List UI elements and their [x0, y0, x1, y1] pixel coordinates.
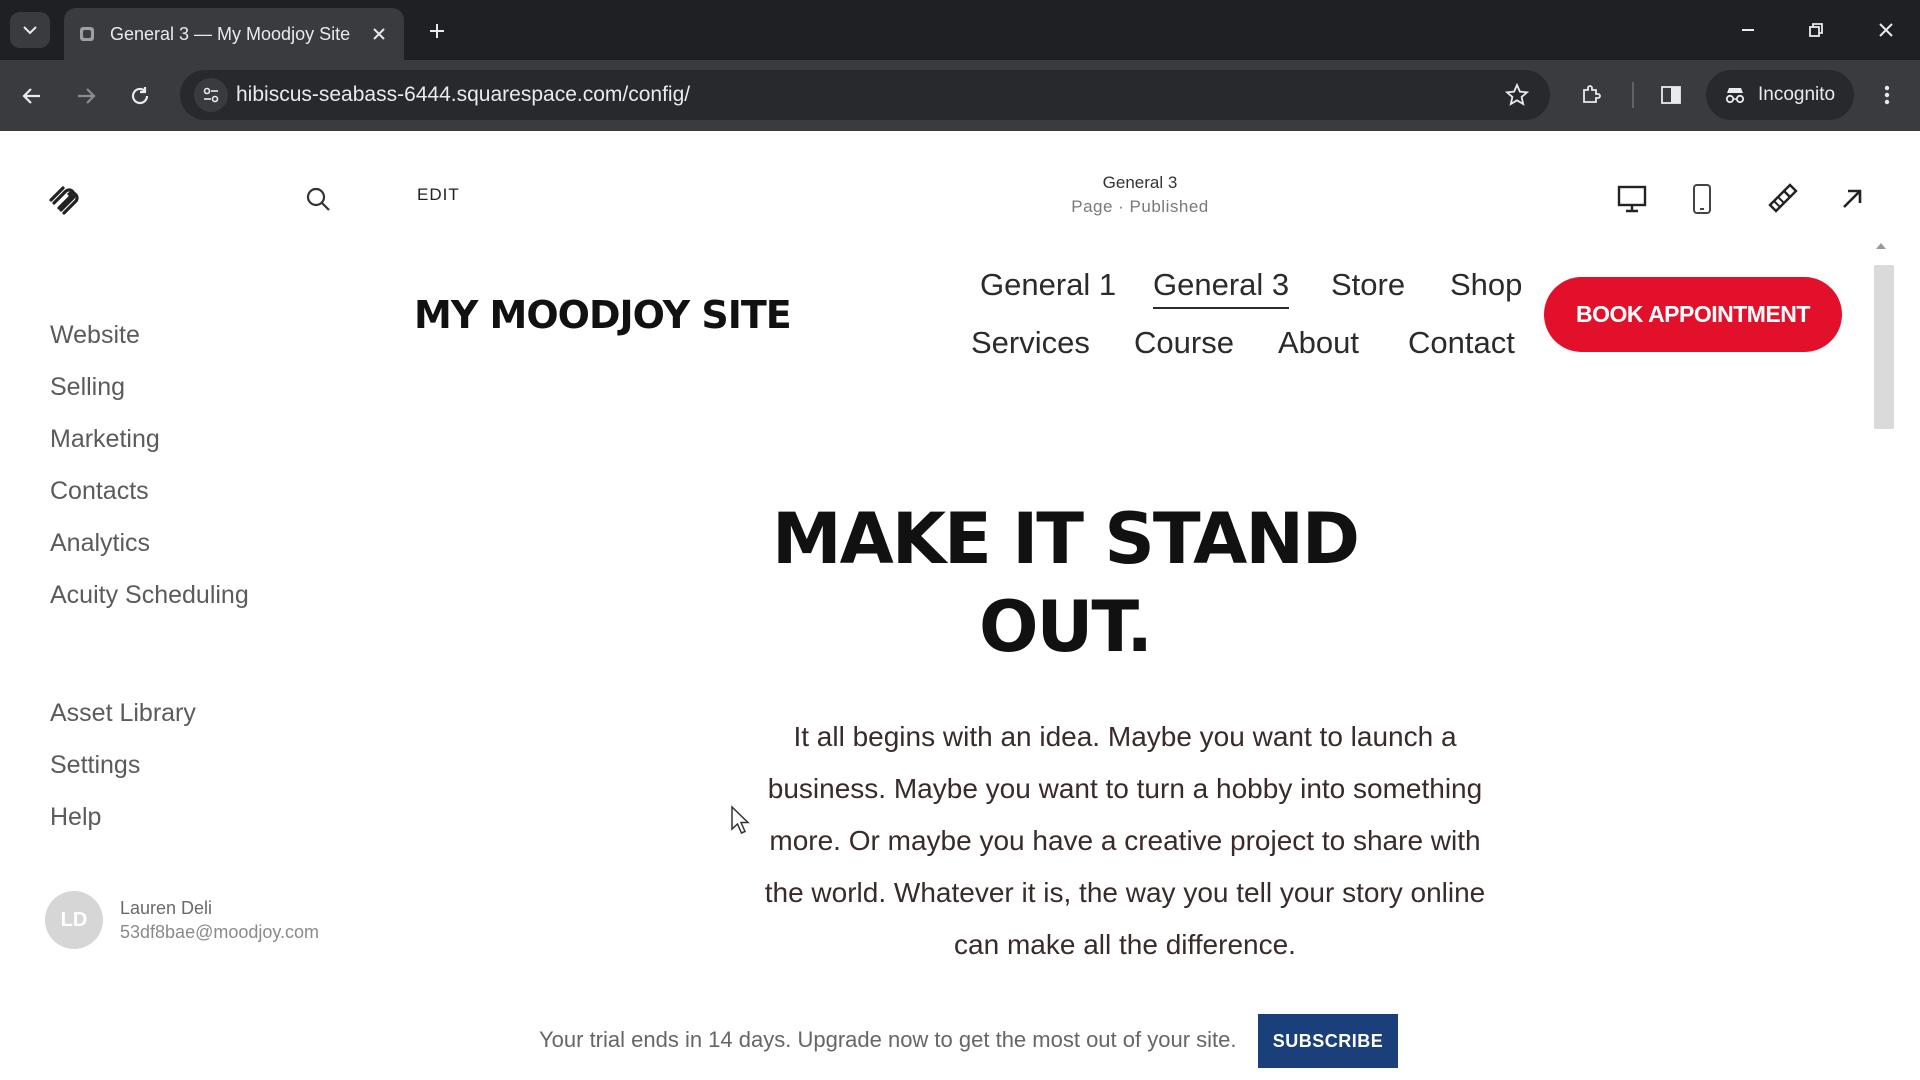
incognito-icon — [1725, 88, 1745, 104]
open-site-button[interactable] — [1832, 179, 1872, 219]
squarespace-favicon-icon — [80, 27, 94, 41]
toolbar-divider — [1632, 82, 1634, 108]
forward-button[interactable] — [68, 78, 104, 114]
site-nav-about[interactable]: About — [1278, 325, 1359, 361]
close-window-button[interactable] — [1866, 12, 1906, 48]
site-nav-general-1[interactable]: General 1 — [980, 267, 1116, 303]
sidebar-nav: Website Selling Marketing Contacts Analy… — [50, 309, 249, 621]
site-nav-contact[interactable]: Contact — [1408, 325, 1515, 361]
tab-list-icon — [23, 26, 37, 35]
back-arrow-icon — [22, 88, 40, 104]
design-button[interactable] — [1762, 179, 1802, 219]
page-title: General 3 — [1102, 173, 1178, 192]
sidebar-item-website[interactable]: Website — [50, 309, 249, 361]
tab-title: General 3 — My Moodjoy Site — [110, 23, 351, 44]
site-nav-shop[interactable]: Shop — [1450, 267, 1522, 303]
close-icon — [373, 28, 385, 40]
sidebar-item-contacts[interactable]: Contacts — [50, 465, 249, 517]
sidebar-item-analytics[interactable]: Analytics — [50, 517, 249, 569]
desktop-icon — [1617, 185, 1647, 213]
trial-message: Your trial ends in 14 days. Upgrade now … — [539, 1027, 1237, 1052]
user-email: 53df8bae@moodjoy.com — [120, 922, 320, 942]
edit-button[interactable]: EDIT — [417, 185, 460, 205]
reload-icon — [131, 87, 149, 105]
book-appointment-button[interactable]: BOOK APPOINTMENT — [1544, 277, 1842, 352]
plus-icon — [430, 24, 444, 38]
trial-banner: Your trial ends in 14 days. Upgrade now … — [0, 1001, 1920, 1080]
active-tab[interactable]: General 3 — My Moodjoy Site — [64, 8, 404, 60]
hero-title-line-1: MAKE IT STAND — [771, 498, 1360, 580]
star-icon — [1505, 83, 1529, 106]
restore-icon — [1809, 23, 1823, 37]
sidebar-item-acuity-scheduling[interactable]: Acuity Scheduling — [50, 569, 249, 621]
squarespace-logo-icon[interactable] — [46, 181, 86, 221]
subscribe-button[interactable]: SUBSCRIBE — [1258, 1014, 1398, 1068]
incognito-label: Incognito — [1758, 84, 1836, 105]
sidebar-item-marketing[interactable]: Marketing — [50, 413, 249, 465]
kebab-menu-icon — [1884, 85, 1890, 105]
tab-list-button[interactable] — [10, 12, 50, 48]
external-arrow-icon — [1843, 189, 1862, 208]
user-account[interactable]: LD Lauren Deli 53df8bae@moodjoy.com — [45, 891, 319, 949]
restore-button[interactable] — [1796, 12, 1836, 48]
browser-tab-bar: General 3 — My Moodjoy Site — [0, 0, 1920, 60]
extensions-button[interactable] — [1574, 78, 1608, 112]
squarespace-editor: Website Selling Marketing Contacts Analy… — [0, 131, 1920, 1080]
side-panel-icon — [1661, 86, 1681, 104]
bookmark-button[interactable] — [1504, 82, 1530, 108]
reload-button[interactable] — [122, 78, 158, 114]
scrollbar-thumb[interactable] — [1874, 265, 1894, 429]
tab-close-button[interactable] — [368, 23, 390, 45]
sidebar-item-settings[interactable]: Settings — [50, 739, 196, 791]
incognito-badge[interactable]: Incognito — [1706, 70, 1854, 120]
site-preview[interactable]: MY MOODJOY SITE General 1 General 3 Stor… — [400, 241, 1862, 1001]
mobile-icon — [1693, 184, 1711, 214]
sidebar-item-selling[interactable]: Selling — [50, 361, 249, 413]
scroll-up-arrow-icon[interactable] — [1876, 243, 1886, 249]
site-nav-services[interactable]: Services — [971, 325, 1090, 361]
hero-title-line-2: OUT. — [978, 586, 1153, 668]
url-text[interactable]: hibiscus-seabass-6444.squarespace.com/co… — [236, 83, 690, 107]
site-nav-general-3[interactable]: General 3 — [1153, 267, 1290, 309]
user-info: Lauren Deli 53df8bae@moodjoy.com — [120, 896, 319, 944]
minimize-button[interactable] — [1728, 12, 1768, 48]
site-info-button[interactable] — [194, 78, 228, 112]
new-tab-button[interactable] — [422, 16, 452, 46]
site-nav-store[interactable]: Store — [1331, 267, 1405, 303]
avatar: LD — [45, 891, 103, 949]
site-title[interactable]: MY MOODJOY SITE — [414, 293, 792, 337]
extensions-icon — [1583, 85, 1601, 103]
mobile-view-button[interactable] — [1682, 179, 1722, 219]
site-settings-icon — [203, 87, 219, 103]
search-icon — [306, 187, 330, 211]
sidebar-item-asset-library[interactable]: Asset Library — [50, 687, 196, 739]
side-panel-button[interactable] — [1654, 78, 1688, 112]
mouse-cursor-icon — [731, 805, 750, 834]
desktop-view-button[interactable] — [1612, 179, 1652, 219]
search-button[interactable] — [302, 183, 334, 215]
sidebar-secondary-nav: Asset Library Settings Help — [50, 687, 196, 843]
page-meta: General 3 Page · Published — [1040, 171, 1240, 219]
address-bar[interactable]: hibiscus-seabass-6444.squarespace.com/co… — [180, 70, 1550, 120]
hero-title[interactable]: MAKE IT STAND OUT. — [700, 495, 1430, 671]
page-status: Page · Published — [1071, 197, 1209, 216]
back-button[interactable] — [14, 78, 50, 114]
minimize-icon — [1742, 29, 1754, 31]
user-name: Lauren Deli — [120, 898, 213, 918]
sidebar-item-help[interactable]: Help — [50, 791, 196, 843]
design-brush-icon — [1768, 183, 1798, 213]
close-icon — [1879, 23, 1893, 37]
site-nav-course[interactable]: Course — [1134, 325, 1234, 361]
hero-body-text[interactable]: It all begins with an idea. Maybe you wa… — [760, 711, 1490, 971]
browser-menu-button[interactable] — [1870, 78, 1904, 112]
forward-arrow-icon — [78, 88, 96, 104]
